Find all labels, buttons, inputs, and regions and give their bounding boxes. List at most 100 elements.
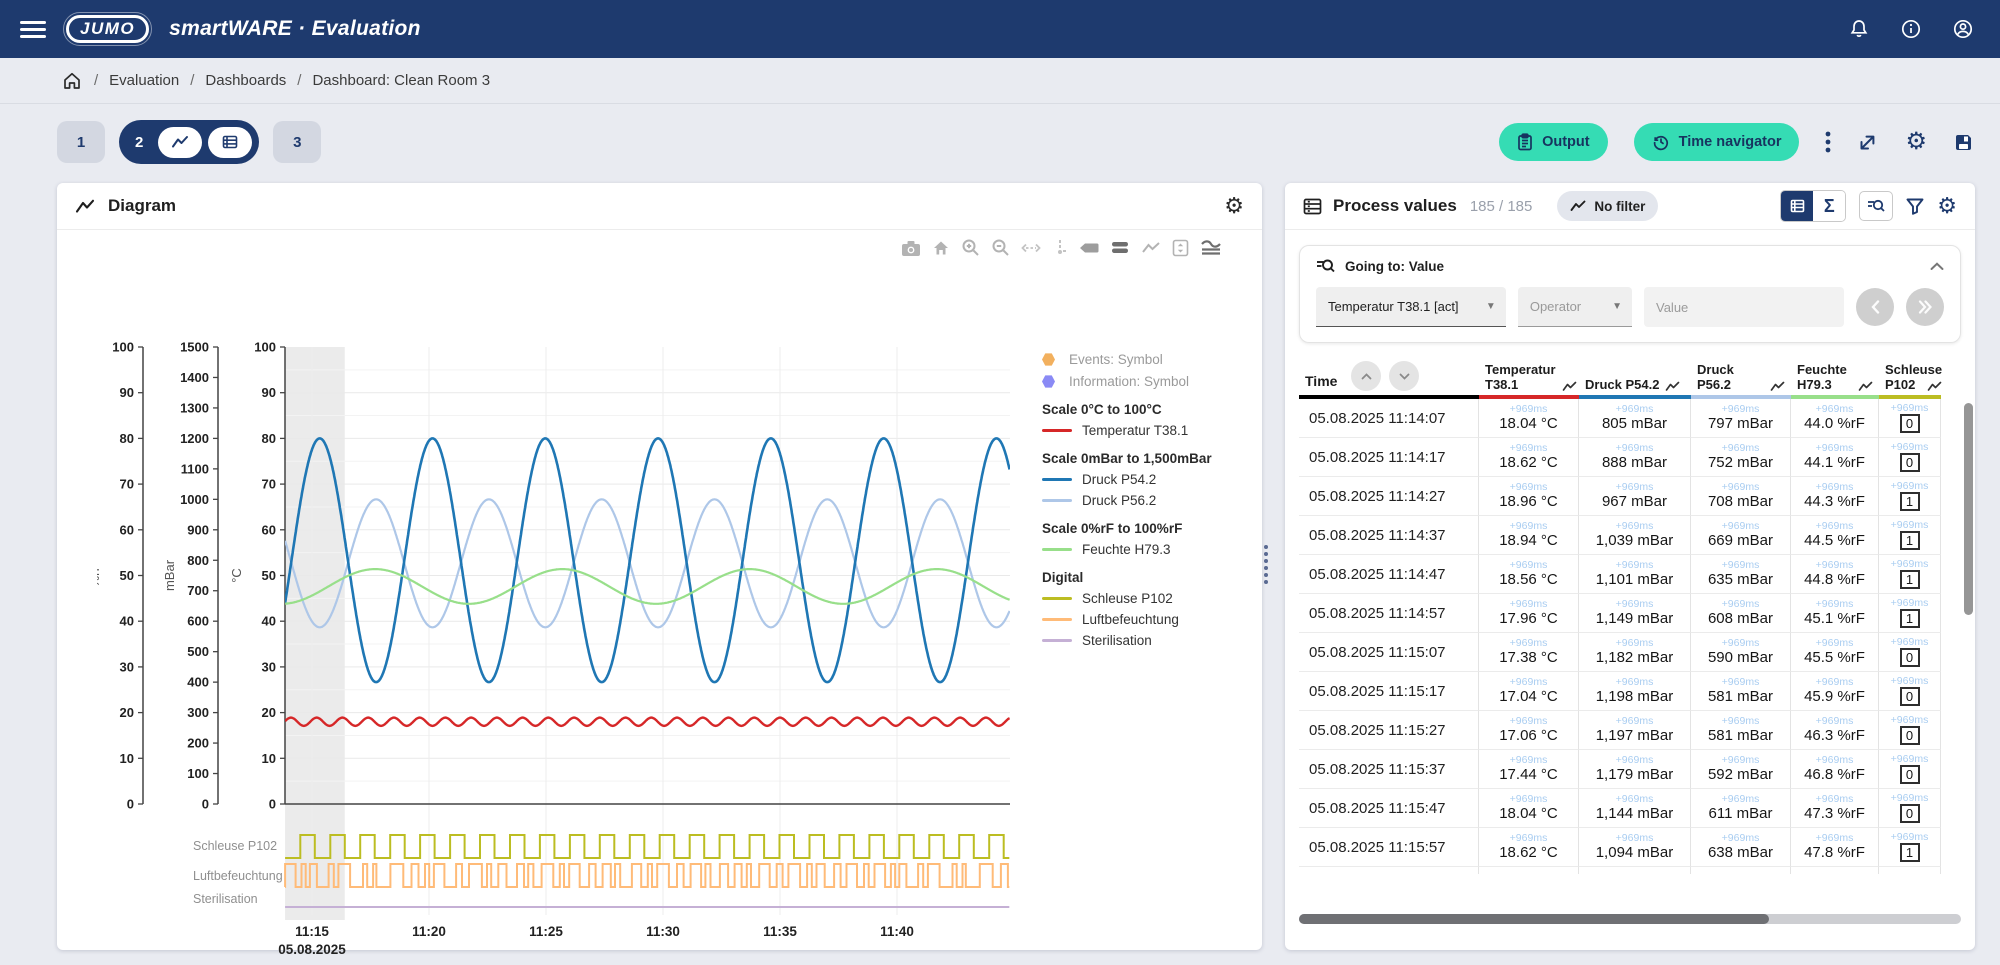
sort-down-button[interactable] (1389, 361, 1419, 391)
fit-vertical-icon[interactable] (1172, 239, 1189, 257)
goto-value-input[interactable] (1644, 287, 1844, 327)
table-row[interactable]: 05.08.2025 11:15:07+969ms17.38 °C+969ms1… (1299, 633, 1969, 672)
history-clock-icon (1652, 133, 1670, 151)
snapshot-camera-icon[interactable] (901, 239, 921, 257)
value-cell: +969ms45.1 %rF (1791, 594, 1879, 633)
value-cell: +969ms590 mBar (1691, 633, 1791, 672)
app-title: smartWARE · Evaluation (169, 17, 421, 41)
output-button[interactable]: Output (1499, 123, 1608, 161)
spike-lines-icon[interactable] (1052, 239, 1068, 256)
value-cell: +969ms0 (1879, 399, 1941, 438)
time-cell (1299, 867, 1479, 874)
column-header[interactable]: Feuchte H79.3 (1791, 353, 1879, 399)
column-header[interactable]: Druck P54.2 (1579, 353, 1691, 399)
tooltip-tag-icon[interactable] (1079, 242, 1099, 254)
settings-gear-icon[interactable]: ⚙ (1905, 131, 1927, 153)
notifications-bell-icon[interactable] (1848, 18, 1870, 40)
time-navigator-button[interactable]: Time navigator (1634, 123, 1800, 161)
zoom-out-icon[interactable] (991, 238, 1010, 257)
goto-search-icon[interactable] (1859, 191, 1893, 221)
fullscreen-expand-icon[interactable] (1857, 131, 1879, 153)
reset-home-icon[interactable] (932, 239, 950, 257)
table-row[interactable]: 05.08.2025 11:15:57+969ms18.62 °C+969ms1… (1299, 828, 1969, 867)
zoom-in-icon[interactable] (961, 238, 980, 257)
process-settings-gear-icon[interactable]: ⚙ (1937, 196, 1957, 216)
horizontal-scrollbar[interactable] (1299, 914, 1961, 924)
value-cell: +969ms18.62 °C (1479, 828, 1579, 867)
svg-text:1100: 1100 (181, 461, 209, 476)
save-icon[interactable] (1953, 132, 1974, 153)
table-row[interactable]: 05.08.2025 11:14:47+969ms18.56 °C+969ms1… (1299, 555, 1969, 594)
legend-symbol-item[interactable]: Information: Symbol (1042, 374, 1257, 389)
value-cell: +969ms1 (1879, 477, 1941, 516)
collapse-chevron-up-icon[interactable] (1930, 262, 1944, 271)
digital-value-box: 0 (1900, 765, 1920, 784)
vertical-scrollbar-thumb[interactable] (1964, 403, 1973, 615)
autoscale-icon[interactable] (1021, 241, 1041, 255)
clipboard-icon (1517, 133, 1533, 151)
table-row[interactable]: 05.08.2025 11:15:37+969ms17.44 °C+969ms1… (1299, 750, 1969, 789)
column-header[interactable]: Temperatur T38.1 (1479, 353, 1579, 399)
table-icon (1790, 199, 1805, 213)
value-cell: +969ms45.9 %rF (1791, 672, 1879, 711)
tab-2-chart-view-toggle[interactable] (158, 127, 202, 158)
panel-resize-handle[interactable] (1264, 545, 1268, 584)
no-filter-chip[interactable]: No filter (1557, 191, 1658, 221)
horizontal-scrollbar-thumb[interactable] (1299, 914, 1769, 924)
goto-channel-select[interactable]: Temperatur T38.1 [act]▼ (1316, 287, 1506, 327)
more-options-kebab-icon[interactable] (1825, 131, 1831, 153)
column-header[interactable]: Time (1299, 353, 1479, 399)
diagram-title: Diagram (108, 196, 176, 216)
sort-up-button[interactable] (1351, 361, 1381, 391)
account-icon[interactable] (1952, 18, 1974, 40)
jumo-logo: JUMO (66, 15, 149, 43)
legend-item[interactable]: Temperatur T38.1 (1042, 423, 1257, 438)
table-row[interactable]: 05.08.2025 11:14:17+969ms18.62 °C+969ms8… (1299, 438, 1969, 477)
table-view-toggle[interactable] (1781, 191, 1813, 221)
goto-next-all-button[interactable] (1906, 288, 1944, 326)
line-mode-icon[interactable] (1141, 241, 1161, 255)
legend-item[interactable]: Feuchte H79.3 (1042, 542, 1257, 557)
table-row[interactable]: 05.08.2025 11:15:17+969ms17.04 °C+969ms1… (1299, 672, 1969, 711)
legend-item[interactable]: Druck P56.2 (1042, 493, 1257, 508)
legend-item[interactable]: Schleuse P102 (1042, 591, 1257, 606)
legend-item[interactable]: Sterilisation (1042, 633, 1257, 648)
breadcrumb-item[interactable]: Dashboards (205, 72, 286, 89)
menu-icon[interactable] (20, 21, 46, 38)
table-row[interactable]: 05.08.2025 11:14:27+969ms18.96 °C+969ms9… (1299, 477, 1969, 516)
digital-value-box: 1 (1900, 531, 1920, 550)
diagram-settings-gear-icon[interactable]: ⚙ (1224, 193, 1244, 219)
table-row[interactable]: 05.08.2025 11:15:27+969ms17.06 °C+969ms1… (1299, 711, 1969, 750)
svg-text:20: 20 (120, 705, 134, 720)
compare-data-icon[interactable] (1110, 240, 1130, 255)
value-cell: +969ms1 (1879, 594, 1941, 633)
table-row[interactable]: 05.08.2025 11:15:47+969ms18.04 °C+969ms1… (1299, 789, 1969, 828)
stacked-waves-icon[interactable] (1200, 240, 1222, 256)
table-row[interactable]: 05.08.2025 11:14:37+969ms18.94 °C+969ms1… (1299, 516, 1969, 555)
value-cell: +969ms18.04 °C (1479, 399, 1579, 438)
table-row[interactable]: 05.08.2025 11:14:07+969ms18.04 °C+969ms8… (1299, 399, 1969, 438)
tab-3[interactable]: 3 (273, 121, 321, 163)
column-header[interactable]: Druck P56.2 (1691, 353, 1791, 399)
statistics-sigma-toggle[interactable]: Σ (1813, 191, 1845, 221)
goto-operator-select[interactable]: Operator▼ (1518, 287, 1632, 327)
svg-text:11:30: 11:30 (646, 924, 680, 939)
home-icon[interactable] (62, 71, 82, 91)
legend-item[interactable]: Luftbefeuchtung (1042, 612, 1257, 627)
tab-2-active[interactable]: 2 (119, 120, 259, 164)
tab-2-table-view-toggle[interactable] (208, 127, 252, 158)
time-cell: 05.08.2025 11:15:37 (1299, 750, 1479, 789)
legend-item[interactable]: Druck P54.2 (1042, 472, 1257, 487)
table-row[interactable]: +969ms+969ms+969ms+969ms+969ms (1299, 867, 1969, 874)
filter-funnel-icon[interactable] (1906, 198, 1924, 215)
table-row[interactable]: 05.08.2025 11:14:57+969ms17.96 °C+969ms1… (1299, 594, 1969, 633)
legend-symbol-item[interactable]: Events: Symbol (1042, 352, 1257, 367)
value-cell: +969ms44.8 %rF (1791, 555, 1879, 594)
column-header[interactable]: Schleuse P102 (1879, 353, 1941, 399)
breadcrumb-item[interactable]: Dashboard: Clean Room 3 (312, 72, 490, 89)
breadcrumb-item[interactable]: Evaluation (109, 72, 179, 89)
info-icon[interactable] (1900, 18, 1922, 40)
goto-previous-button[interactable] (1856, 288, 1894, 326)
top-bar: JUMO smartWARE · Evaluation (0, 0, 2000, 58)
tab-1[interactable]: 1 (57, 121, 105, 163)
